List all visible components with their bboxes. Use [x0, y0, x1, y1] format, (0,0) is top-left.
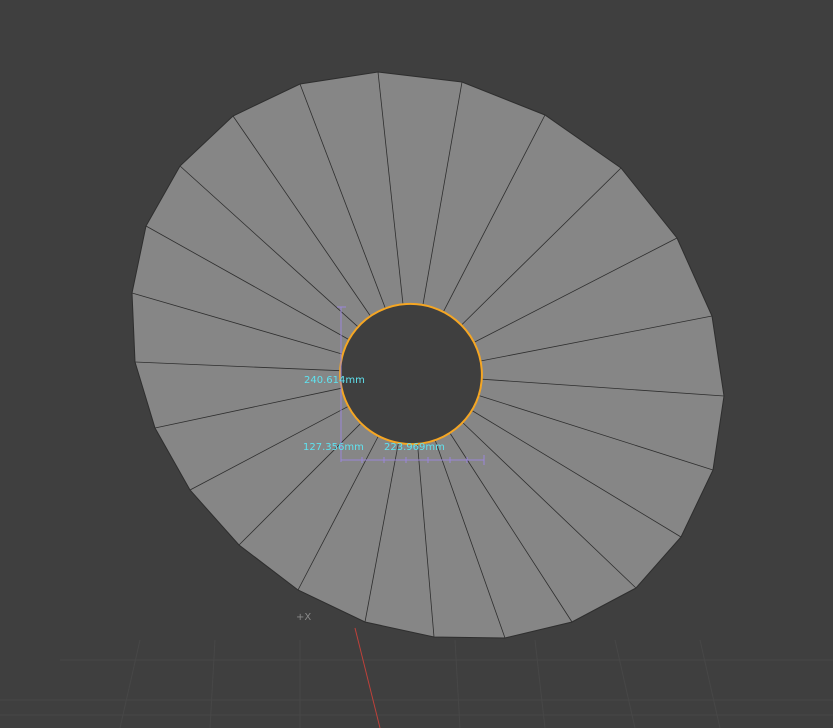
viewport-canvas[interactable]: 240.614mm 127.356mm 223.969mm +X: [0, 0, 833, 728]
3d-viewport[interactable]: 240.614mm 127.356mm 223.969mm +X: [0, 0, 833, 728]
depth-measurement-label: 127.356mm: [303, 442, 364, 453]
x-axis-label: +X: [296, 612, 311, 623]
ground-grid: [0, 639, 833, 728]
width-measurement-label: 223.969mm: [384, 442, 445, 453]
height-measurement-label: 240.614mm: [304, 375, 365, 386]
x-axis-line: [354, 627, 381, 728]
